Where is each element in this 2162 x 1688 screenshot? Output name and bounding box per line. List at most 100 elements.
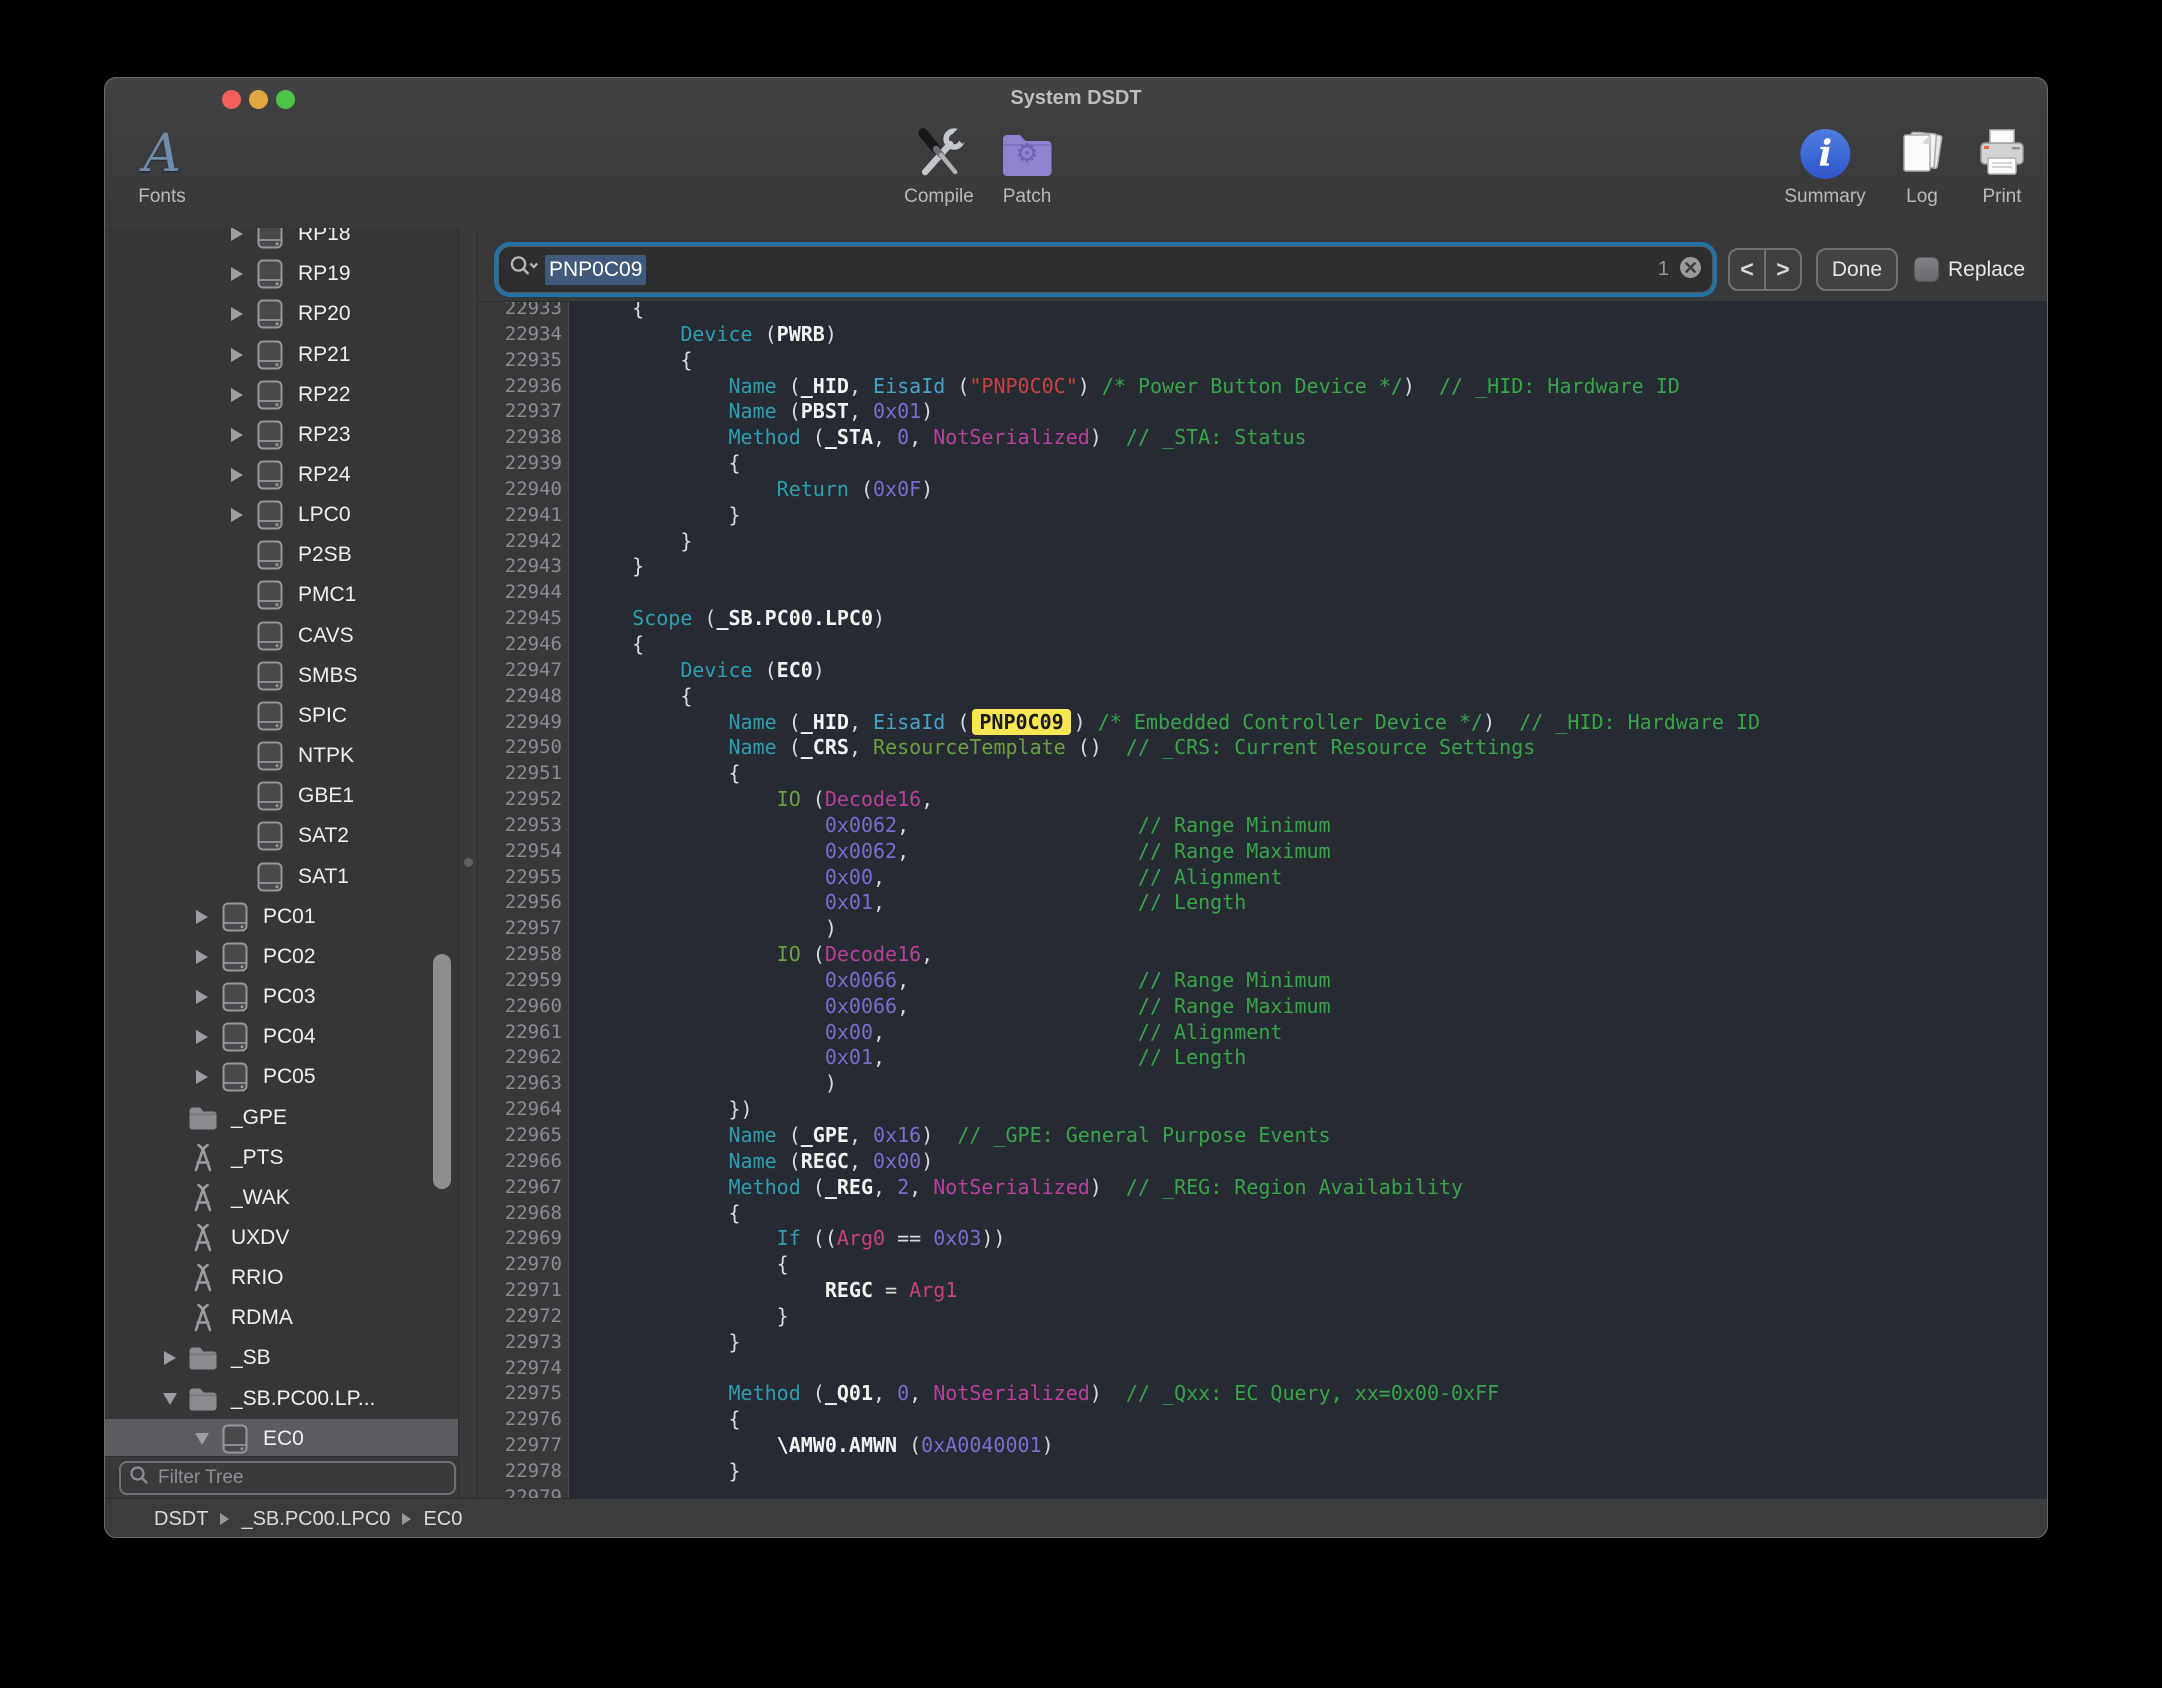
sidebar-item-RP22[interactable]: RP22: [105, 375, 458, 415]
sidebar-item-label: _SB: [231, 1346, 271, 1370]
sidebar-item-label: RP20: [298, 302, 351, 326]
chevron-right-icon[interactable]: [228, 468, 246, 482]
find-next-button[interactable]: >: [1766, 250, 1800, 289]
chevron-right-icon[interactable]: [193, 910, 211, 924]
sidebar-item-CAVS[interactable]: CAVS: [105, 616, 458, 656]
code-line: 22973 }: [478, 1330, 2048, 1356]
toolbar-item-log[interactable]: Log: [1894, 124, 1950, 208]
code-text: 0x0062, // Range Maximum: [568, 839, 1331, 865]
code-line: 22954 0x0062, // Range Maximum: [478, 839, 2048, 865]
code-line: 22946 {: [478, 632, 2048, 658]
sidebar-item-SAT1[interactable]: SAT1: [105, 857, 458, 897]
sidebar-item-_PTS[interactable]: _PTS: [105, 1138, 458, 1178]
sidebar-item-RP19[interactable]: RP19: [105, 254, 458, 294]
done-button[interactable]: Done: [1816, 248, 1898, 291]
sidebar-item-PC03[interactable]: PC03: [105, 977, 458, 1017]
chevron-right-icon[interactable]: [228, 428, 246, 442]
sidebar-item-RDMA[interactable]: RDMA: [105, 1298, 458, 1338]
titlebar[interactable]: System DSDT: [105, 78, 2047, 122]
replace-checkbox[interactable]: [1914, 257, 1939, 282]
chevron-right-icon[interactable]: [228, 388, 246, 402]
log-icon[interactable]: [1894, 124, 1950, 184]
sidebar-item-RRIO[interactable]: RRIO: [105, 1258, 458, 1298]
replace-checkbox-label[interactable]: Replace: [1948, 258, 2025, 282]
sidebar-item-PC01[interactable]: PC01: [105, 897, 458, 937]
sidebar-item-_SB[interactable]: _SB: [105, 1338, 458, 1378]
sidebar-item-label: SMBS: [298, 664, 358, 688]
sidebar-item-RP21[interactable]: RP21: [105, 334, 458, 374]
chevron-right-icon[interactable]: [193, 1070, 211, 1084]
code-line: 22978 }: [478, 1459, 2048, 1485]
breadcrumb-item[interactable]: EC0: [423, 1508, 462, 1531]
code-line: 22960 0x0066, // Range Maximum: [478, 994, 2048, 1020]
sidebar-item-P2SB[interactable]: P2SB: [105, 535, 458, 575]
search-match-highlight: PNP0C09: [972, 709, 1070, 735]
compile-icon[interactable]: [904, 124, 974, 184]
toolbar-item-fonts[interactable]: AFonts: [138, 124, 186, 208]
toolbar-item-patch[interactable]: ⚙Patch: [999, 124, 1055, 208]
find-field[interactable]: PNP0C09 1: [498, 246, 1713, 293]
code-editor[interactable]: 22933 {22934 Device (PWRB)22935 {22936 N…: [478, 301, 2048, 1498]
find-query-text[interactable]: PNP0C09: [545, 255, 646, 285]
sidebar-item-PMC1[interactable]: PMC1: [105, 575, 458, 615]
toolbar-item-summary[interactable]: iSummary: [1784, 124, 1865, 208]
chevron-right-icon[interactable]: [228, 307, 246, 321]
search-icon[interactable]: [509, 254, 539, 285]
sidebar-item-RP24[interactable]: RP24: [105, 455, 458, 495]
chevron-right-icon[interactable]: [228, 267, 246, 281]
sidebar-item-RP23[interactable]: RP23: [105, 415, 458, 455]
chevron-right-icon[interactable]: [193, 950, 211, 964]
sidebar-item-_GPE[interactable]: _GPE: [105, 1097, 458, 1137]
sidebar-item-EC0[interactable]: EC0: [105, 1419, 458, 1456]
chevron-right-icon[interactable]: [161, 1351, 179, 1365]
breadcrumb-item[interactable]: _SB.PC00.LPC0: [241, 1508, 390, 1531]
sidebar-item-SMBS[interactable]: SMBS: [105, 656, 458, 696]
sidebar-item-PC04[interactable]: PC04: [105, 1017, 458, 1057]
code-text: }): [568, 1097, 753, 1123]
sidebar-item-PC02[interactable]: PC02: [105, 937, 458, 977]
sidebar-tree[interactable]: RP18RP19 RP20 RP21RP22RP23RP24LPC0P2SBPMC1…: [105, 228, 458, 1456]
sidebar-item-GBE1[interactable]: GBE1: [105, 776, 458, 816]
chevron-right-icon[interactable]: [228, 348, 246, 362]
code-line: 22949 Name (_HID, EisaId (PNP0C09) /* Em…: [478, 710, 2048, 736]
chevron-right-icon[interactable]: [228, 508, 246, 522]
chevron-right-icon[interactable]: [193, 1030, 211, 1044]
code-line: 22942 }: [478, 529, 2048, 555]
chevron-right-icon[interactable]: [193, 990, 211, 1004]
code-text: Device (PWRB): [568, 322, 837, 348]
clear-search-icon[interactable]: [1679, 256, 1702, 284]
sidebar-item-SPIC[interactable]: SPIC: [105, 696, 458, 736]
summary-icon[interactable]: i: [1784, 124, 1865, 184]
fonts-icon[interactable]: A: [138, 124, 186, 184]
breadcrumb-item[interactable]: DSDT: [154, 1508, 208, 1531]
filter-field[interactable]: [119, 1461, 456, 1495]
window-title: System DSDT: [105, 87, 2047, 110]
find-previous-button[interactable]: <: [1730, 250, 1766, 289]
splitter-handle-dot[interactable]: [464, 858, 473, 867]
chevron-down-icon[interactable]: [193, 1433, 211, 1445]
sidebar-item-LPC0[interactable]: LPC0: [105, 495, 458, 535]
sidebar-item-UXDV[interactable]: UXDV: [105, 1218, 458, 1258]
chevron-down-icon[interactable]: [161, 1393, 179, 1405]
chevron-right-icon[interactable]: [228, 228, 246, 241]
toolbar-item-print[interactable]: Print: [1974, 124, 2030, 208]
print-icon[interactable]: [1974, 124, 2030, 184]
sidebar-item-RP18[interactable]: RP18: [105, 228, 458, 254]
sidebar-item-NTPK[interactable]: NTPK: [105, 736, 458, 776]
device-icon: [255, 299, 285, 329]
filter-tree-input[interactable]: [156, 1466, 446, 1490]
device-icon: [255, 741, 285, 771]
pane-splitter[interactable]: [458, 228, 478, 1498]
sidebar-item-_WAK[interactable]: _WAK: [105, 1178, 458, 1218]
sidebar-scrollbar[interactable]: [433, 954, 451, 1189]
patch-icon[interactable]: ⚙: [999, 124, 1055, 184]
sidebar-item-RP20[interactable]: RP20: [105, 294, 458, 334]
method-icon: [188, 1304, 218, 1332]
sidebar-item-_SBPC00LP[interactable]: _SB.PC00.LP...: [105, 1379, 458, 1419]
line-number: 22943: [478, 554, 568, 580]
sidebar-item-SAT2[interactable]: SAT2: [105, 816, 458, 856]
line-number: 22977: [478, 1433, 568, 1459]
code-line: 22950 Name (_CRS, ResourceTemplate () //…: [478, 735, 2048, 761]
toolbar-item-compile[interactable]: Compile: [904, 124, 974, 208]
sidebar-item-PC05[interactable]: PC05: [105, 1057, 458, 1097]
